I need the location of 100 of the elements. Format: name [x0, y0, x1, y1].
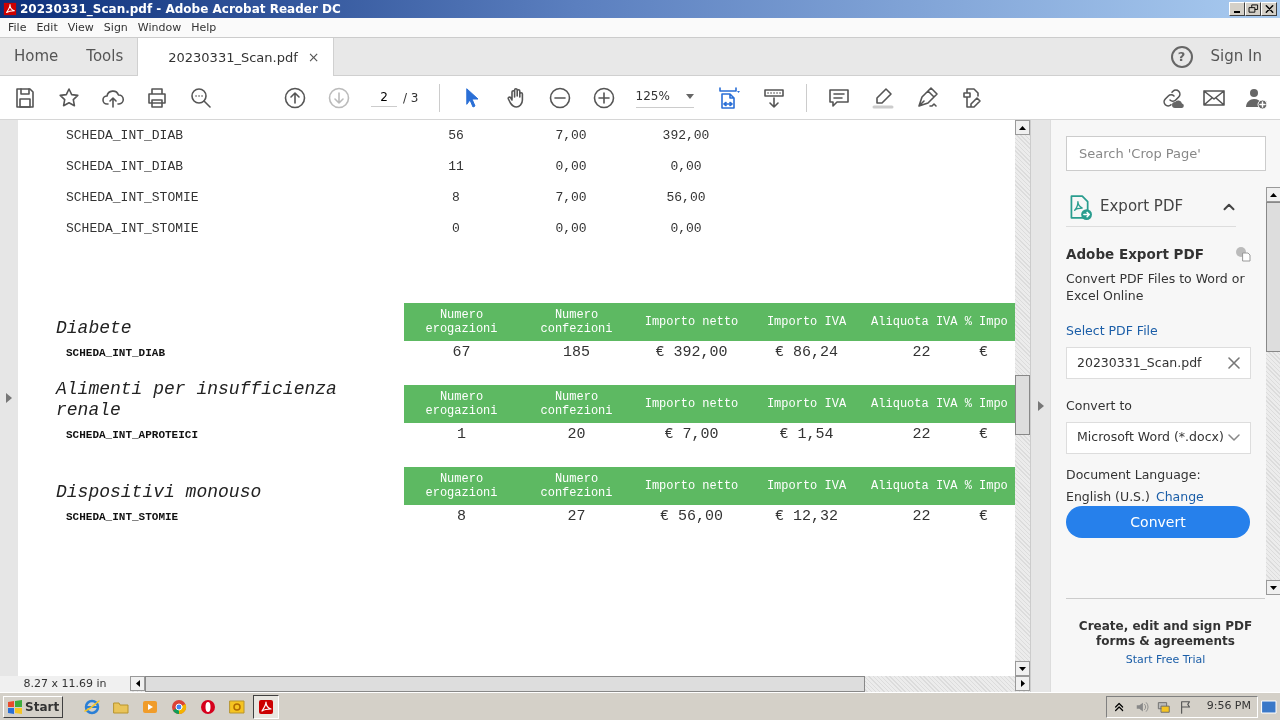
close-button[interactable] — [1261, 2, 1277, 16]
column-header: Impo — [979, 397, 1009, 411]
table-cell-text: 0 — [451, 219, 461, 238]
select-file-link[interactable]: Select PDF File — [1066, 322, 1158, 341]
zoom-in-icon[interactable] — [591, 85, 616, 110]
scroll-thumb[interactable] — [1266, 202, 1280, 352]
menu-item[interactable]: Window — [132, 18, 187, 37]
star-icon[interactable] — [57, 85, 81, 110]
table-cell-text: 67 — [451, 342, 472, 363]
start-button[interactable]: Start — [3, 695, 64, 718]
right-arrow-icon — [1020, 680, 1025, 687]
scroll-thumb[interactable] — [145, 676, 865, 692]
flag-icon[interactable] — [1178, 699, 1193, 714]
language-value: English (U.S.) — [1066, 487, 1150, 506]
save-icon[interactable] — [13, 85, 37, 110]
chrome-icon — [171, 698, 188, 715]
taskbar-app-button[interactable] — [253, 694, 280, 719]
table-cell-text: 0,00 — [669, 219, 703, 238]
show-desktop-icon[interactable] — [1261, 699, 1277, 714]
menu-item[interactable]: File — [3, 18, 32, 37]
previous-page-icon[interactable] — [283, 85, 307, 110]
zoom-out-icon[interactable] — [547, 85, 572, 110]
section-code: SCHEDA_INT_APROTEICI — [65, 428, 200, 443]
scroll-left-button[interactable] — [130, 676, 145, 691]
column-header: Impo — [979, 479, 1009, 493]
vertical-scrollbar[interactable] — [1015, 120, 1030, 676]
column-header: Numero confezioni — [539, 308, 614, 336]
help-button[interactable]: ? — [1170, 45, 1193, 68]
column-header: Aliquota IVA % — [870, 397, 973, 411]
zoom-search-icon[interactable] — [189, 85, 213, 110]
highlighter-icon[interactable] — [870, 85, 895, 110]
section-code: SCHEDA_INT_DIAB — [65, 346, 167, 361]
page-size-label: 8.27 x 11.69 in — [0, 676, 130, 692]
section-title: Diabete — [56, 318, 133, 339]
clear-icon[interactable] — [1228, 357, 1240, 369]
up-arrow-icon — [1019, 125, 1026, 130]
column-header: Importo IVA — [765, 479, 848, 493]
table-cell-text: 8 — [451, 188, 461, 207]
table-cell-text: 7,00 — [554, 188, 588, 207]
table-cell-text: 22 — [911, 342, 932, 363]
scroll-up-button[interactable] — [1266, 187, 1280, 202]
change-link[interactable]: Change — [1155, 487, 1204, 507]
table-cell-text: 185 — [562, 342, 591, 363]
table-cell-text: € 392,00 — [654, 342, 729, 363]
file-field[interactable]: 20230331_Scan.pdf — [1066, 347, 1251, 379]
panel-scrollbar[interactable] — [1266, 187, 1280, 595]
minimize-icon — [1234, 11, 1240, 13]
up-arrow-icon — [1270, 192, 1277, 197]
scroll-up-button[interactable] — [1015, 120, 1030, 135]
table-cell-text: 22 — [911, 506, 932, 527]
table-cell-text: 27 — [566, 506, 587, 527]
table-cell-text: SCHEDA_INT_DIAB — [66, 126, 185, 145]
scroll-down-button[interactable] — [1015, 661, 1030, 676]
scroll-down-button[interactable] — [1266, 580, 1280, 595]
caret-icon — [685, 93, 694, 99]
left-arrow-icon — [135, 680, 140, 687]
expand-left-icon[interactable] — [6, 393, 12, 403]
table-cell-text: 1 — [456, 424, 467, 445]
minimize-button[interactable] — [1229, 2, 1245, 16]
column-header: Aliquota IVA % — [870, 479, 973, 493]
column-header: Importo netto — [643, 315, 740, 329]
documents-icon[interactable] — [1235, 246, 1251, 263]
table-cell-text: € 86,24 — [774, 342, 839, 363]
tab[interactable]: 20230331_Scan.pdf × — [137, 38, 335, 76]
search-field[interactable]: Search 'Crop Page' — [1066, 136, 1266, 171]
table-cell-text: 7,00 — [554, 126, 588, 145]
scroll-thumb[interactable] — [1015, 375, 1030, 435]
menu-item[interactable]: View — [62, 18, 99, 37]
free-trial-link[interactable]: Start Free Trial — [1125, 652, 1206, 669]
column-header: Numero erogazioni — [424, 472, 499, 500]
column-header: Importo netto — [643, 397, 740, 411]
pdf-app-icon — [258, 698, 275, 715]
zoom-dropdown[interactable]: 125% — [635, 87, 694, 108]
menu-item[interactable]: Help — [186, 18, 222, 37]
close-icon — [1263, 4, 1275, 14]
convert-button[interactable]: Convert — [1066, 506, 1250, 539]
menu-item[interactable]: Edit — [31, 18, 63, 37]
table-cell-text: 22 — [911, 424, 932, 445]
panel-heading: Adobe Export PDF — [1066, 245, 1204, 264]
restore-button[interactable] — [1245, 2, 1261, 16]
scroll-right-button[interactable] — [1015, 676, 1030, 691]
tab[interactable]: Tools — [72, 38, 138, 75]
close-tab-button[interactable]: × — [307, 38, 320, 76]
tab[interactable]: Home — [0, 38, 73, 75]
column-header: Importo IVA — [765, 397, 848, 411]
export-pdf-header[interactable]: Export PDF — [1066, 187, 1236, 227]
table-cell-text: 0,00 — [554, 219, 588, 238]
down-arrow-icon — [1019, 666, 1026, 671]
column-header: Numero confezioni — [539, 390, 614, 418]
print-icon[interactable] — [145, 85, 169, 110]
expand-right-icon[interactable] — [1037, 401, 1044, 411]
table-cell-text: € — [979, 424, 989, 445]
horizontal-scrollbar[interactable] — [130, 676, 1030, 692]
menu-item[interactable]: Sign — [98, 18, 133, 37]
table-cell-text: € 1,54 — [778, 424, 835, 445]
table-cell-text: SCHEDA_INT_STOMIE — [66, 219, 200, 238]
format-dropdown[interactable]: Microsoft Word (*.docx) — [1066, 421, 1251, 454]
page-count: / 3 — [403, 89, 419, 107]
sign-in-link[interactable]: Sign In — [1210, 38, 1262, 75]
network-icon[interactable] — [1156, 699, 1171, 714]
